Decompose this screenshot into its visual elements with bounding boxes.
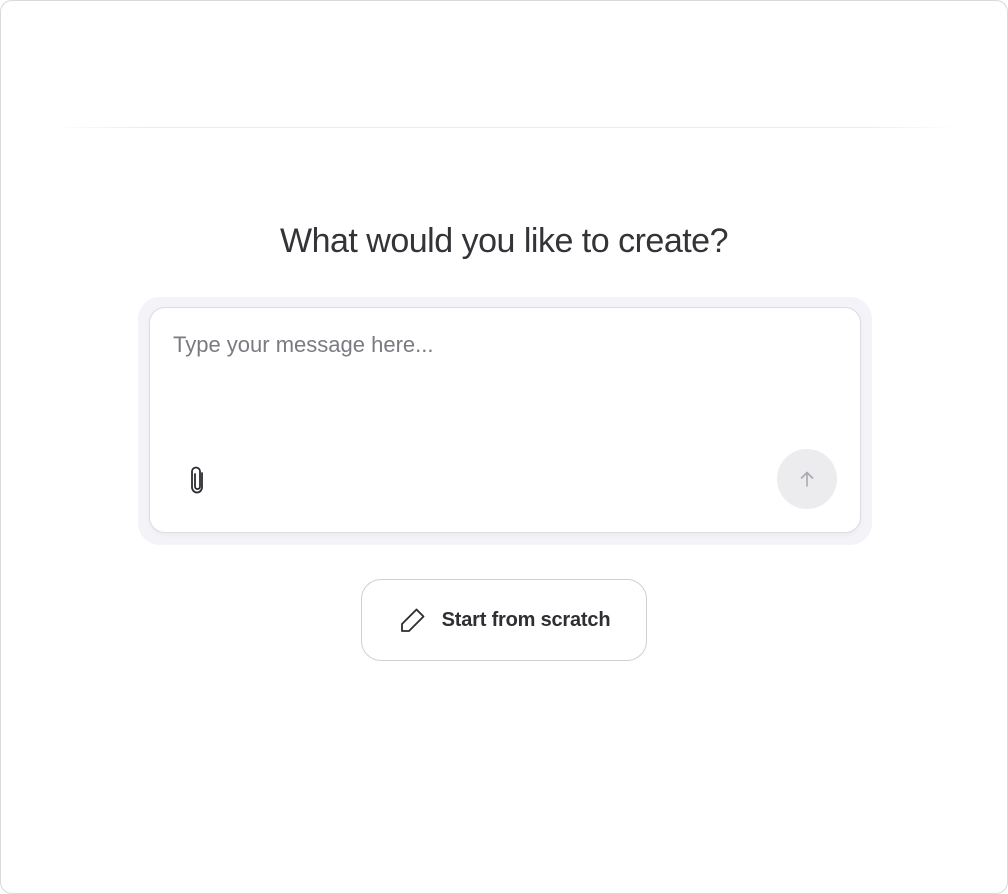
send-button[interactable]: [777, 449, 837, 509]
page-title: What would you like to create?: [279, 222, 729, 260]
arrow-up-icon: [797, 469, 817, 489]
message-composer: [149, 307, 861, 533]
pencil-icon: [398, 605, 428, 635]
paperclip-icon: [187, 465, 209, 495]
start-from-scratch-button[interactable]: Start from scratch: [361, 579, 647, 661]
top-divider: [53, 127, 957, 128]
attach-file-button[interactable]: [180, 462, 216, 498]
message-input[interactable]: [173, 330, 833, 440]
start-from-scratch-label: Start from scratch: [441, 608, 611, 631]
app-window: What would you like to create? Star: [0, 0, 1008, 894]
